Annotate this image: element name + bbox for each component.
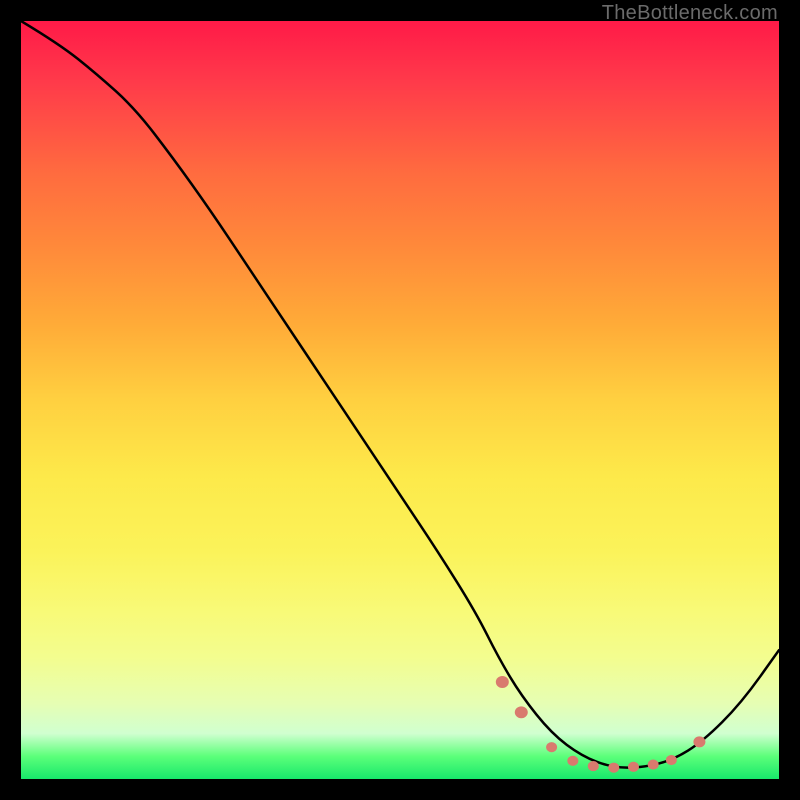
data-marker — [666, 755, 677, 765]
markers-svg — [21, 21, 779, 779]
data-marker — [588, 761, 599, 771]
chart-container: TheBottleneck.com — [0, 0, 800, 800]
data-marker — [567, 756, 578, 766]
data-marker — [693, 736, 705, 747]
data-marker — [648, 760, 659, 770]
data-marker — [515, 706, 528, 718]
watermark-text: TheBottleneck.com — [602, 2, 778, 25]
data-marker — [628, 762, 639, 772]
data-marker — [608, 763, 619, 773]
data-marker — [496, 676, 509, 688]
data-marker — [546, 742, 557, 752]
marker-group — [496, 676, 706, 773]
